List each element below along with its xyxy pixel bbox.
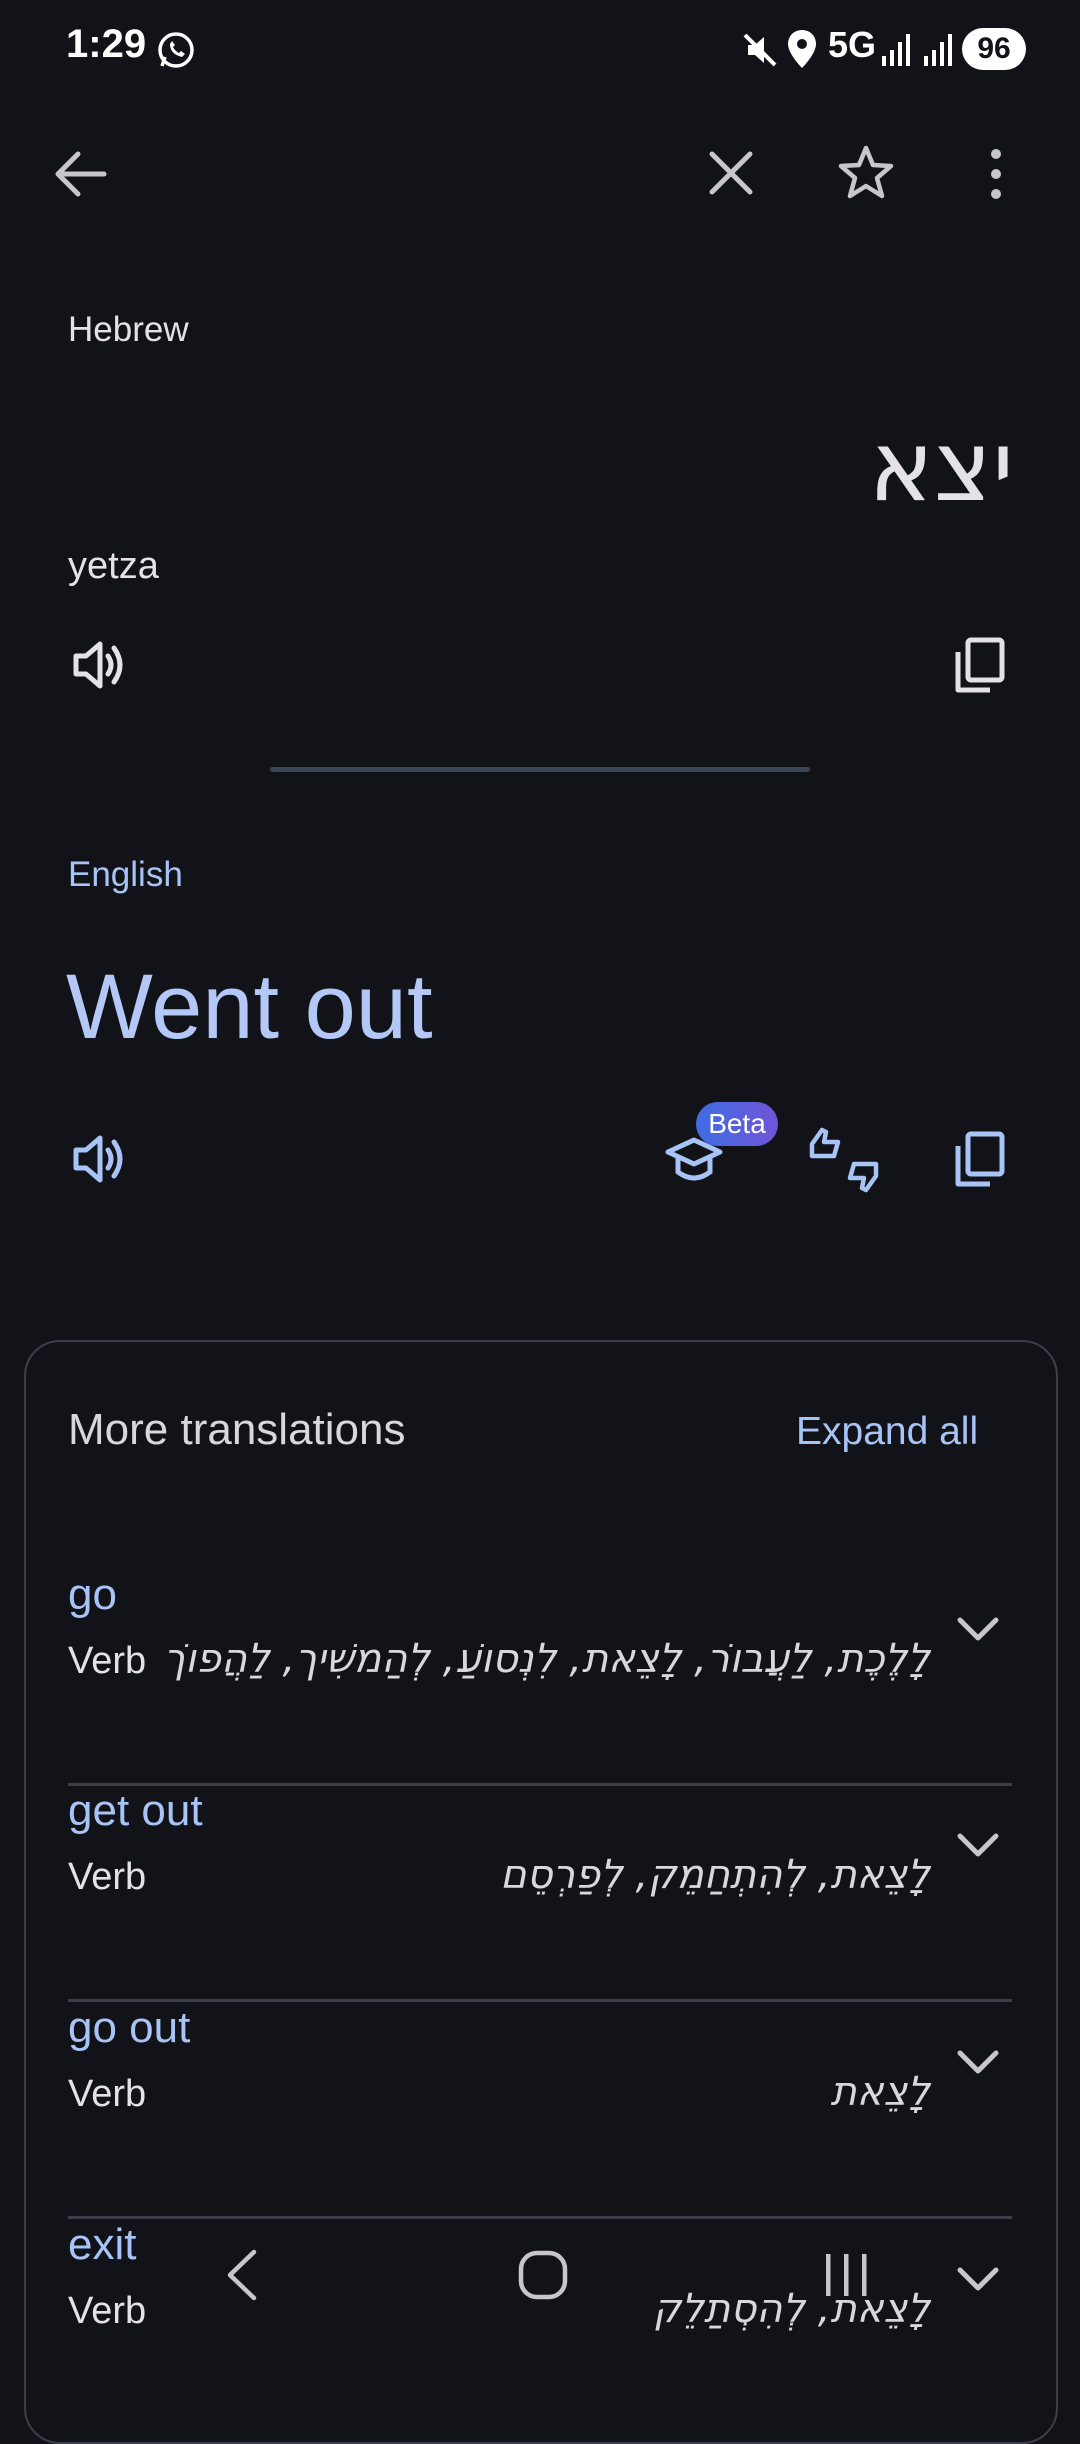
whatsapp-icon (156, 30, 196, 70)
translation-word: go (68, 1570, 117, 1619)
chevron-down-icon[interactable] (956, 2264, 1000, 2294)
transliteration: yetza (68, 545, 159, 587)
reverse-translations: לָצֵאת, לְהִסְתַלֵק (652, 2286, 930, 2332)
reverse-translations: לָצֵאת, לְהִתְחַמֵק, לְפַרְסֵם (500, 1852, 930, 1898)
source-copy-icon[interactable] (952, 636, 1006, 696)
chevron-down-icon[interactable] (956, 1830, 1000, 1860)
part-of-speech: Verb (68, 2073, 147, 2115)
back-arrow-icon[interactable] (48, 146, 112, 202)
feedback-thumbs-icon[interactable] (808, 1126, 880, 1194)
more-translations-title: More translations (68, 1405, 406, 1454)
translation-row-go[interactable]: go Verb לָלֶכֶת, לַעֲבוֹר, לָצֵאת, לִנְס… (68, 1570, 1012, 1786)
target-copy-icon[interactable] (952, 1130, 1006, 1190)
signal-icon (880, 30, 912, 68)
nav-back-icon[interactable] (224, 2248, 260, 2302)
translation-word: exit (68, 2220, 137, 2269)
battery-indicator: 96 (962, 28, 1026, 70)
translation-row-get-out[interactable]: get out Verb לָצֵאת, לְהִתְחַמֵק, לְפַרְ… (68, 1786, 1012, 2002)
expand-all-button[interactable]: Expand all (796, 1410, 978, 1454)
part-of-speech: Verb (68, 1640, 147, 1682)
panel-drag-handle[interactable] (270, 767, 810, 772)
target-speaker-icon[interactable] (70, 1130, 128, 1188)
nav-home-icon[interactable] (518, 2250, 568, 2300)
source-language-label: Hebrew (68, 310, 189, 349)
mute-icon (740, 30, 780, 70)
reverse-translations: לָצֵאת (830, 2069, 931, 2115)
chevron-down-icon[interactable] (956, 2047, 1000, 2077)
source-speaker-icon[interactable] (70, 636, 128, 694)
status-time: 1:29 (66, 22, 147, 66)
beta-badge: Beta (696, 1102, 778, 1146)
translation-row-go-out[interactable]: go out Verb לָצֵאת (68, 2003, 1012, 2219)
part-of-speech: Verb (68, 1856, 147, 1898)
reverse-translations: לָלֶכֶת, לַעֲבוֹר, לָצֵאת, לִנְסוֹעַ, לְ… (163, 1636, 930, 1682)
translation-word: go out (68, 2003, 191, 2052)
more-options-icon[interactable] (986, 146, 1006, 202)
network-type: 5G (828, 24, 877, 65)
signal-icon-2 (922, 30, 954, 68)
part-of-speech: Verb (68, 2290, 147, 2332)
nav-recents-icon[interactable] (822, 2252, 872, 2298)
close-icon[interactable] (706, 148, 756, 198)
chevron-down-icon[interactable] (956, 1614, 1000, 1644)
row-divider (68, 2216, 1012, 2219)
row-divider (68, 1999, 1012, 2002)
target-language-label: English (68, 855, 183, 894)
translation-word: get out (68, 1786, 203, 1835)
source-text[interactable]: יצא (868, 410, 1014, 524)
location-icon (786, 28, 818, 70)
translation-text[interactable]: Went out (66, 955, 433, 1060)
star-icon[interactable] (836, 144, 896, 202)
